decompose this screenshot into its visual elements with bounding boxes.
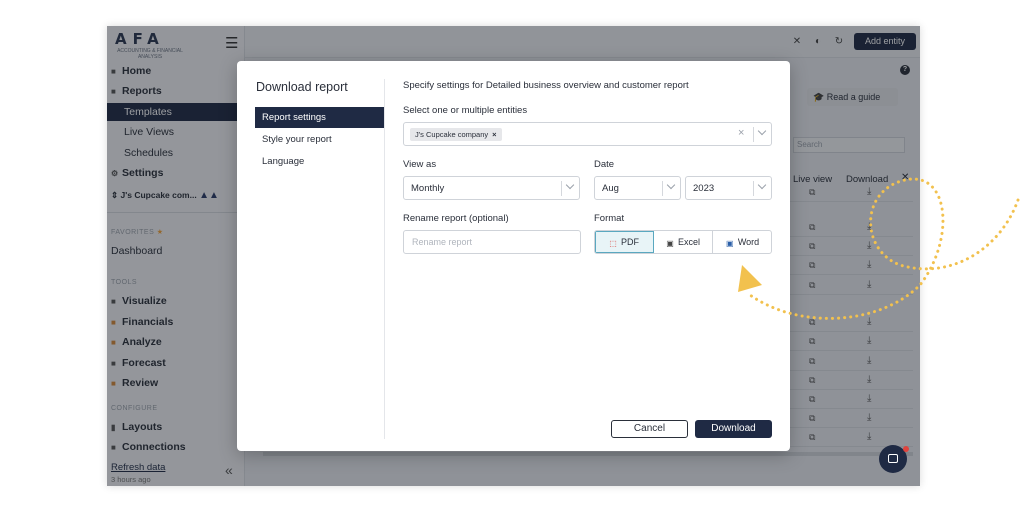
view-as-select[interactable]: Monthly: [403, 176, 580, 200]
chevron-down-icon: [757, 180, 767, 190]
view-as-value: Monthly: [411, 183, 445, 194]
cancel-button[interactable]: Cancel: [611, 420, 688, 438]
download-button[interactable]: Download: [695, 420, 772, 438]
field-separator: [662, 181, 663, 196]
field-separator: [561, 181, 562, 196]
month-value: Aug: [602, 183, 619, 194]
tab-language[interactable]: Language: [255, 151, 384, 172]
chat-icon: [888, 454, 898, 463]
modal-divider: [384, 79, 385, 439]
format-label: Format: [594, 213, 625, 224]
entity-chip: J's Cupcake company ×: [410, 128, 502, 141]
entities-multiselect[interactable]: J's Cupcake company × ×: [403, 122, 772, 146]
format-label-excel: Excel: [677, 237, 700, 247]
entities-label: Select one or multiple entities: [403, 105, 528, 116]
field-separator: [753, 127, 754, 142]
modal-title: Download report: [256, 80, 348, 94]
notification-dot: [903, 446, 909, 452]
view-as-label: View as: [403, 159, 437, 170]
format-word-button[interactable]: ▣ Word: [713, 231, 771, 253]
chevron-down-icon[interactable]: [757, 126, 767, 136]
month-select[interactable]: Aug: [594, 176, 681, 200]
date-label: Date: [594, 159, 615, 170]
entity-chip-label: J's Cupcake company: [415, 130, 489, 139]
remove-chip-icon[interactable]: ×: [492, 130, 496, 139]
app-window: AFA ACCOUNTING & FINANCIAL ANALYSIS ☰ ■ H…: [107, 26, 920, 486]
field-separator: [753, 181, 754, 196]
pdf-icon: ⬚: [609, 239, 617, 248]
tab-report-settings[interactable]: Report settings: [255, 107, 384, 128]
tab-style-report[interactable]: Style your report: [255, 129, 384, 150]
rename-report-input[interactable]: [405, 232, 579, 252]
rename-label: Rename report (optional): [403, 213, 509, 224]
format-excel-button[interactable]: ▣ Excel: [654, 231, 713, 253]
clear-icon[interactable]: ×: [738, 127, 744, 139]
format-pdf-button[interactable]: ⬚ PDF: [595, 231, 654, 253]
year-select[interactable]: 2023: [685, 176, 772, 200]
download-report-modal: Download report Report settings Style yo…: [237, 61, 790, 451]
rename-report-field: [403, 230, 581, 254]
year-value: 2023: [693, 183, 715, 194]
format-label-pdf: PDF: [621, 237, 639, 247]
chevron-down-icon: [666, 180, 676, 190]
chevron-down-icon: [565, 180, 575, 190]
excel-icon: ▣: [666, 239, 674, 248]
settings-description: Specify settings for Detailed business o…: [403, 80, 689, 91]
word-icon: ▣: [726, 239, 734, 248]
format-label-word: Word: [737, 237, 760, 247]
format-toggle-group: ⬚ PDF ▣ Excel ▣ Word: [594, 230, 772, 254]
